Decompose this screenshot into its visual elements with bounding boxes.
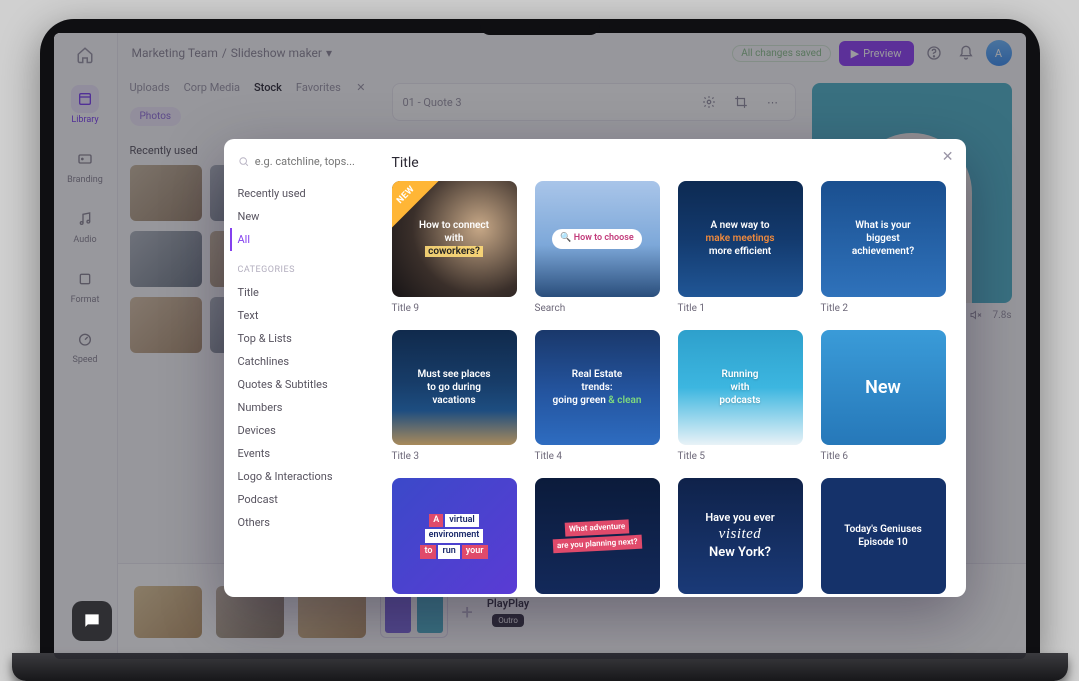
cat-quotes[interactable]: Quotes & Subtitles: [238, 373, 370, 396]
cat-others[interactable]: Others: [238, 511, 370, 534]
cat-title[interactable]: Title: [238, 281, 370, 304]
template-card[interactable]: NEW How to connectwithcoworkers? Title 9: [392, 181, 517, 314]
filter-new[interactable]: New: [238, 205, 370, 228]
card-caption: Search: [535, 303, 660, 314]
cat-top-lists[interactable]: Top & Lists: [238, 327, 370, 350]
template-card[interactable]: Must see placesto go duringvacations Tit…: [392, 330, 517, 463]
filter-all[interactable]: All: [230, 228, 370, 251]
card-caption: Title 9: [392, 303, 517, 314]
laptop-frame: Library Branding Audio Format Speed: [40, 19, 1040, 659]
template-card[interactable]: New Title 6: [821, 330, 946, 463]
cat-logo[interactable]: Logo & Interactions: [238, 465, 370, 488]
template-card[interactable]: Today's GeniusesEpisode 10: [821, 478, 946, 594]
template-card[interactable]: Real Estatetrends:going green & clean Ti…: [535, 330, 660, 463]
cat-podcast[interactable]: Podcast: [238, 488, 370, 511]
chat-fab[interactable]: [72, 601, 112, 641]
template-card[interactable]: A new way tomake meetingsmore efficient …: [678, 181, 803, 314]
modal-sidebar: Recently used New All CATEGORIES Title T…: [224, 139, 384, 597]
template-card[interactable]: What is yourbiggestachievement? Title 2: [821, 181, 946, 314]
search-input[interactable]: [238, 155, 370, 168]
card-caption: Title 1: [678, 303, 803, 314]
card-caption: Title 6: [821, 451, 946, 462]
modal-grid-wrap: Title NEW How to connectwithcoworkers? T…: [384, 139, 966, 597]
template-card[interactable]: Runningwithpodcasts Title 5: [678, 330, 803, 463]
search-icon: [238, 155, 249, 168]
cat-numbers[interactable]: Numbers: [238, 396, 370, 419]
template-card[interactable]: What adventureare you planning next?: [535, 478, 660, 594]
cat-text[interactable]: Text: [238, 304, 370, 327]
template-card[interactable]: 🔍 How to choose Search: [535, 181, 660, 314]
template-modal: ✕ Recently used New All CATEGORIES Title…: [224, 139, 966, 597]
filter-recently-used[interactable]: Recently used: [238, 182, 370, 205]
card-caption: Title 3: [392, 451, 517, 462]
card-caption: Title 4: [535, 451, 660, 462]
app-screen: Library Branding Audio Format Speed: [54, 33, 1026, 659]
laptop-notch: [480, 19, 600, 35]
cat-catchlines[interactable]: Catchlines: [238, 350, 370, 373]
template-card[interactable]: Avirtual environment torunyour: [392, 478, 517, 594]
card-caption: Title 2: [821, 303, 946, 314]
template-grid: NEW How to connectwithcoworkers? Title 9…: [392, 181, 946, 594]
close-icon[interactable]: ✕: [942, 149, 954, 165]
categories-header: CATEGORIES: [238, 265, 370, 275]
card-caption: Title 5: [678, 451, 803, 462]
template-card[interactable]: Have you evervisitedNew York?: [678, 478, 803, 594]
modal-title: Title: [392, 155, 946, 171]
cat-events[interactable]: Events: [238, 442, 370, 465]
search-field[interactable]: [255, 155, 370, 168]
cat-devices[interactable]: Devices: [238, 419, 370, 442]
